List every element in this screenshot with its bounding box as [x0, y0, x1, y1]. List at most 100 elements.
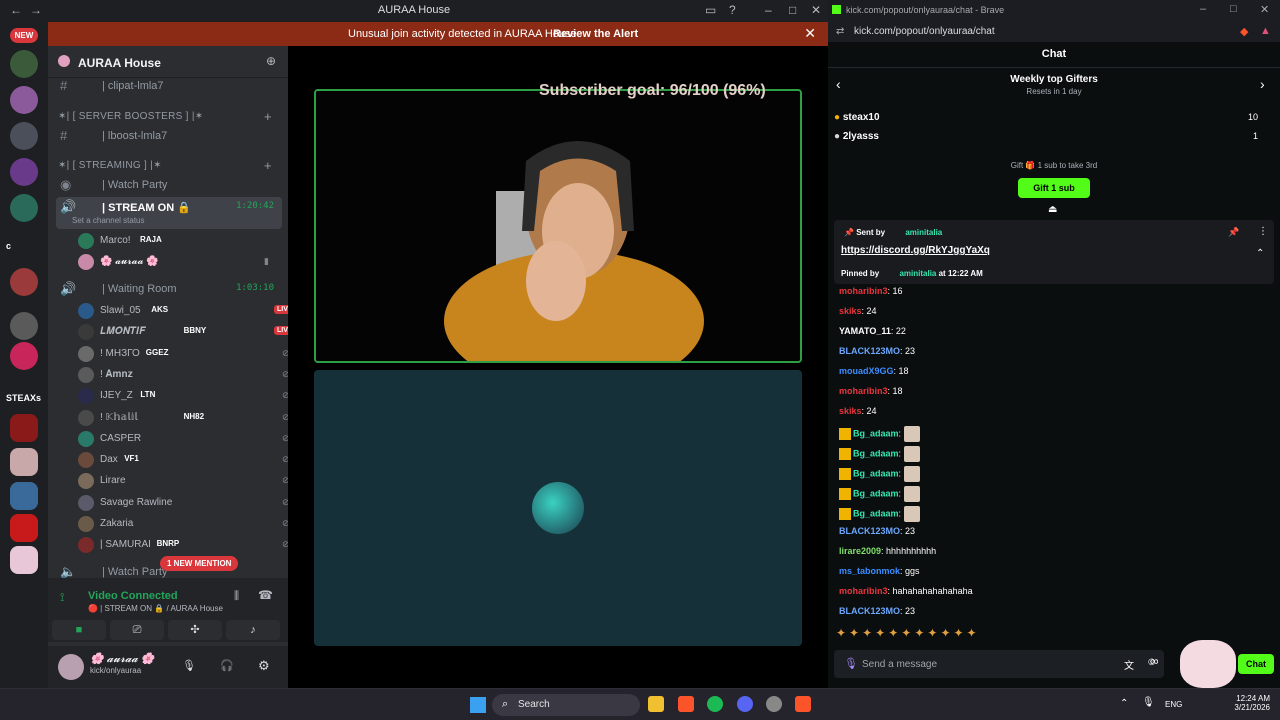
emote-bar[interactable]: ✦✦✦✦✦✦✦✦✦✦✦ [836, 626, 980, 640]
chat-message[interactable]: mouadX9GG: 18 [839, 366, 909, 384]
server-icon[interactable] [10, 312, 38, 340]
voice-user[interactable]: Marco! RAJA [78, 231, 278, 251]
review-alert-button[interactable]: Review the Alert [553, 28, 638, 40]
chat-message[interactable]: BLACK123MO: 23 [839, 606, 915, 624]
banner-close-icon[interactable]: ✕ [804, 25, 816, 42]
chat-username[interactable]: Bg_adaam [853, 448, 899, 458]
chevron-up-icon[interactable]: ⌃ [1120, 698, 1128, 709]
channel-stream-on[interactable]: 🔊 | STREAM ON 🔒 1:20:42 Set a channel st… [56, 197, 282, 229]
server-icon[interactable] [10, 546, 38, 574]
add-channel-icon[interactable]: + [264, 158, 272, 173]
more-icon[interactable]: ⋮ [1258, 226, 1268, 237]
site-settings-icon[interactable]: ⇄ [836, 26, 844, 37]
voice-user[interactable]: Zakaria ⊘ [78, 514, 290, 534]
channel-waiting-room[interactable]: 🔊 | Waiting Room 1:03:10 [56, 279, 282, 299]
chat-username[interactable]: moharibin3 [839, 386, 888, 396]
stream-video-tile[interactable] [314, 89, 802, 363]
address-bar[interactable]: ⇄ kick.com/popout/onlyauraa/chat ◆ ▲ [828, 22, 1280, 42]
start-icon[interactable] [470, 697, 486, 713]
chat-username[interactable]: BLACK123MO [839, 526, 900, 536]
channel-lboost[interactable]: # | lboost-lmla7 [56, 126, 282, 146]
invite-icon[interactable]: ⊕ [266, 54, 276, 68]
chat-username[interactable]: Bg_adaam [853, 508, 899, 518]
chat-username[interactable]: lirare2009 [839, 546, 881, 556]
screenshare-button[interactable]: ⎚ [110, 620, 164, 640]
new-mention-badge[interactable]: 1 NEW MENTION [160, 556, 239, 571]
voice-user[interactable]: Slawi_05 AKS LIVE [78, 301, 296, 321]
chat-username[interactable]: skiks [839, 406, 862, 416]
spotify-icon[interactable] [707, 696, 723, 712]
server-icon[interactable] [10, 86, 38, 114]
server-icon[interactable] [10, 514, 38, 542]
chat-message[interactable]: ms_tabonmok: ggs [839, 566, 920, 584]
chat-message[interactable]: moharibin3: 18 [839, 386, 903, 404]
chat-message[interactable]: Bg_adaam: [839, 506, 921, 524]
chat-message[interactable]: Bg_adaam: [839, 486, 921, 504]
server-icon[interactable] [10, 448, 38, 476]
voice-user[interactable]: CASPER ⊘ [78, 429, 290, 449]
collapse-icon[interactable]: ⏏ [1048, 204, 1057, 215]
voice-channel-path[interactable]: 🔴 | STREAM ON 🔒 / AURAA House [88, 604, 223, 613]
brave-icon[interactable] [678, 696, 694, 712]
chat-message[interactable]: skiks: 24 [839, 306, 877, 324]
server-label[interactable]: STEAXs [6, 393, 41, 403]
microphone-icon[interactable]: 🎙 [844, 657, 858, 670]
chat-message[interactable]: lirare2009: hhhhhhhhhh [839, 546, 936, 564]
server-icon[interactable] [10, 194, 38, 222]
help-icon[interactable]: ? [729, 3, 736, 17]
new-badge[interactable]: NEW [10, 28, 38, 43]
chat-username[interactable]: moharibin3 [839, 586, 888, 596]
send-chat-button[interactable]: Chat [1238, 654, 1274, 674]
chat-username[interactable]: moharibin3 [839, 286, 888, 296]
chat-username[interactable]: BLACK123MO [839, 346, 900, 356]
server-icon[interactable] [10, 122, 38, 150]
chat-username[interactable]: BLACK123MO [839, 606, 900, 616]
inbox-icon[interactable]: ▭ [705, 3, 716, 17]
chat-message[interactable]: Bg_adaam: [839, 466, 921, 484]
discord-link[interactable]: https://discord.gg/RkYJggYaXq [841, 245, 990, 256]
brave-shield-icon[interactable]: ◆ [1240, 25, 1248, 38]
gifter-row[interactable]: ● 2lyasss 1 [834, 131, 1274, 147]
voice-user[interactable]: Lirare ⊘ [78, 471, 290, 491]
voice-user[interactable]: Savage Rawline ⊘ [78, 493, 290, 513]
voice-user[interactable]: 🌸 𝓪𝓾𝓻𝓪𝓪 🌸 ▮ [78, 252, 278, 272]
chat-message[interactable]: moharibin3: 16 [839, 286, 903, 304]
chat-username[interactable]: Bg_adaam [853, 468, 899, 478]
user-video-tile[interactable] [314, 370, 802, 646]
file-explorer-icon[interactable] [648, 696, 664, 712]
minimize-icon[interactable]: – [1200, 3, 1206, 15]
discord-icon[interactable] [737, 696, 753, 712]
avatar[interactable] [58, 654, 84, 680]
voice-user[interactable]: | SAMURAI BNRP ⊘ [78, 535, 290, 555]
chat-message[interactable]: Bg_adaam: [839, 446, 921, 464]
brave-icon[interactable] [795, 696, 811, 712]
voice-user[interactable]: Dax VF1 ⊘ [78, 450, 290, 470]
disconnect-icon[interactable]: ☎ [258, 588, 273, 602]
voice-user[interactable]: IJEY_Z LTN ⊘ [78, 386, 290, 406]
add-channel-icon[interactable]: + [264, 109, 272, 124]
server-icon[interactable] [10, 50, 38, 78]
message-input[interactable] [862, 656, 1092, 672]
gifter-row[interactable]: ● steax10 10 [834, 112, 1274, 128]
headphones-icon[interactable]: 🎧 [220, 659, 234, 672]
category-server-boosters[interactable]: ✶| [ SERVER BOOSTERS ] |✶ + [58, 109, 272, 124]
chat-message[interactable]: moharibin3: hahahahahahahaha [839, 586, 973, 604]
server-icon[interactable] [10, 268, 38, 296]
url-text[interactable]: kick.com/popout/onlyauraa/chat [854, 26, 995, 37]
clock[interactable]: 12:24 AM 3/21/2026 [1228, 694, 1270, 712]
chat-message[interactable]: BLACK123MO: 23 [839, 346, 915, 364]
channel-status[interactable]: Set a channel status [72, 216, 145, 225]
server-icon[interactable] [10, 414, 38, 442]
infinity-icon[interactable]: ∞ [1150, 654, 1159, 668]
camera-button[interactable]: ■ [52, 620, 106, 640]
voice-user[interactable]: ! МНЗГО GGEZ ⊘ [78, 344, 290, 364]
activities-button[interactable]: ✣ [168, 620, 222, 640]
chat-message[interactable]: Bg_adaam: [839, 426, 921, 444]
maximize-icon[interactable]: □ [789, 3, 796, 17]
chat-username[interactable]: ms_tabonmok [839, 566, 900, 576]
gear-icon[interactable]: ⚙ [258, 658, 270, 674]
chat-username[interactable]: skiks [839, 306, 862, 316]
unpin-icon[interactable]: 📌 [1228, 227, 1239, 238]
soundboard-button[interactable]: ♪ [226, 620, 280, 640]
maximize-icon[interactable]: □ [1230, 3, 1237, 15]
